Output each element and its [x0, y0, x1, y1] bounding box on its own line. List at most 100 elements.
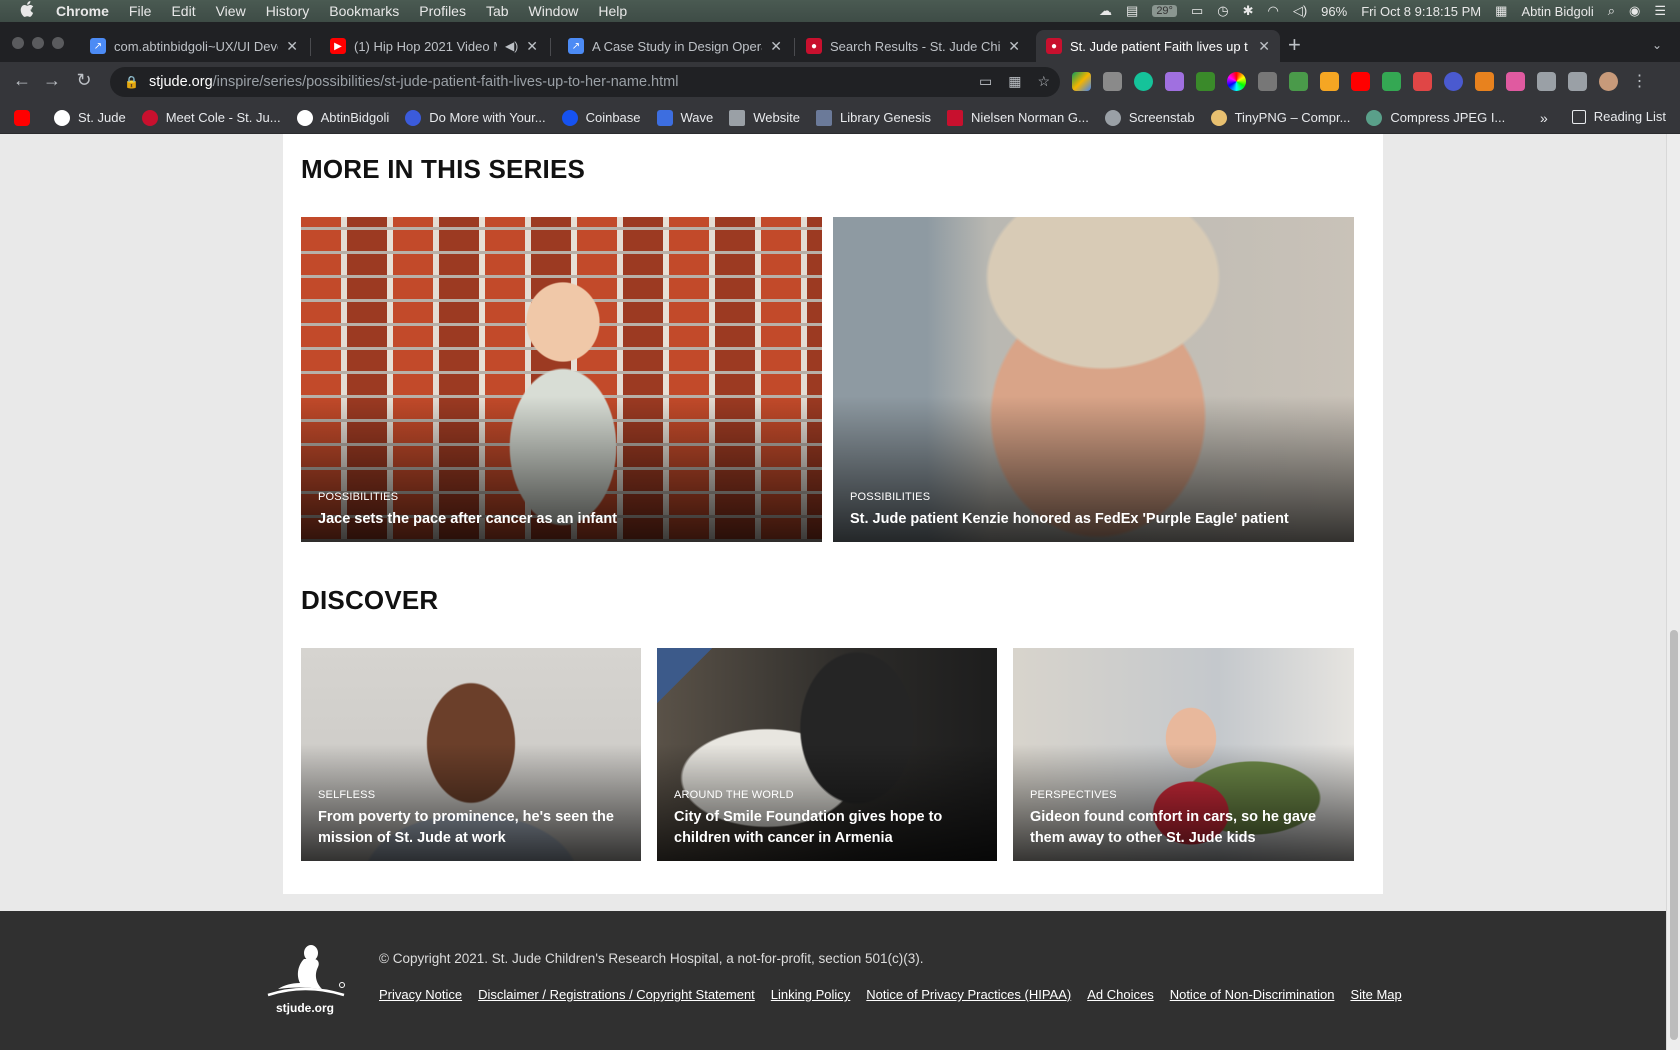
avatar[interactable]: [1599, 72, 1618, 91]
card-title[interactable]: Jace sets the pace after cancer as an in…: [318, 509, 805, 530]
card-title[interactable]: St. Jude patient Kenzie honored as FedEx…: [850, 509, 1337, 530]
extension-icon[interactable]: [1258, 72, 1277, 91]
bookmark-library-genesis[interactable]: Library Genesis: [816, 109, 931, 126]
bookmark-st-jude[interactable]: St. Jude: [54, 109, 126, 126]
apple-menu-icon[interactable]: [20, 1, 38, 21]
flag-icon[interactable]: ▦: [1495, 3, 1507, 19]
bookmark-youtube[interactable]: [14, 109, 38, 126]
tab-3[interactable]: ● Search Results - St. Jude Chil ✕: [796, 30, 1030, 62]
extension-icon[interactable]: [1444, 72, 1463, 91]
menu-edit[interactable]: Edit: [171, 3, 195, 19]
st-jude-logo[interactable]: stjude.org: [260, 943, 350, 1015]
menu-window[interactable]: Window: [529, 3, 579, 19]
bookmark-wave[interactable]: Wave: [656, 109, 713, 126]
extension-icon[interactable]: [1196, 72, 1215, 91]
youtube-ext-icon[interactable]: [1351, 72, 1370, 91]
audio-playing-icon[interactable]: ◀): [505, 39, 518, 53]
new-tab-button[interactable]: +: [1288, 34, 1301, 56]
metamask-icon[interactable]: [1475, 72, 1494, 91]
minimize-window-button[interactable]: [32, 37, 44, 49]
weather-badge[interactable]: 29°: [1152, 5, 1177, 17]
tab-4-active[interactable]: ● St. Jude patient Faith lives up t ✕: [1036, 30, 1280, 62]
menu-chrome[interactable]: Chrome: [56, 3, 109, 19]
address-bar[interactable]: 🔒 stjude.org/inspire/series/possibilitie…: [110, 67, 1060, 97]
card-title[interactable]: Gideon found comfort in cars, so he gave…: [1030, 807, 1337, 849]
bookmark-star-icon[interactable]: ☆: [1037, 73, 1050, 90]
menu-help[interactable]: Help: [598, 3, 627, 19]
footer-link-hipaa[interactable]: Notice of Privacy Practices (HIPAA): [866, 987, 1071, 1002]
card-title[interactable]: From poverty to prominence, he's seen th…: [318, 807, 624, 849]
tab-0[interactable]: ↗ com.abtinbidgoli~UX/UI Devel ✕: [80, 30, 308, 62]
bookmark-screenstab[interactable]: Screenstab: [1104, 109, 1195, 126]
discover-card-gideon[interactable]: PERSPECTIVES Gideon found comfort in car…: [1013, 648, 1354, 861]
tab-2[interactable]: ↗ A Case Study in Design Operat ✕: [558, 30, 792, 62]
reload-icon[interactable]: ↻: [72, 70, 96, 91]
scrollbar-thumb[interactable]: [1670, 630, 1678, 1040]
footer-link-linking-policy[interactable]: Linking Policy: [771, 987, 851, 1002]
extension-icon[interactable]: [1413, 72, 1432, 91]
color-picker-icon[interactable]: [1227, 72, 1246, 91]
puzzle-piece-icon[interactable]: [1537, 72, 1556, 91]
reading-list-button[interactable]: Reading List: [1571, 109, 1666, 124]
bookmark-tinypng[interactable]: TinyPNG – Compr...: [1210, 109, 1350, 126]
cloud-icon[interactable]: ☁: [1099, 3, 1112, 19]
user-name[interactable]: Abtin Bidgoli: [1521, 4, 1593, 19]
back-arrow-icon[interactable]: ←: [10, 70, 34, 91]
maximize-window-button[interactable]: [52, 37, 64, 49]
close-tab-icon[interactable]: ✕: [286, 38, 298, 55]
footer-link-ad-choices[interactable]: Ad Choices: [1087, 987, 1153, 1002]
menu-view[interactable]: View: [216, 3, 246, 19]
bluetooth-icon[interactable]: ✱: [1243, 3, 1254, 19]
google-drive-icon[interactable]: [1072, 72, 1091, 91]
more-bookmarks-chevron-icon[interactable]: »: [1540, 110, 1548, 126]
storage-icon[interactable]: ▤: [1126, 3, 1138, 19]
bookmark-coinbase[interactable]: Coinbase: [561, 109, 641, 126]
footer-link-privacy-notice[interactable]: Privacy Notice: [379, 987, 462, 1002]
bookmark-compress-jpeg[interactable]: Compress JPEG I...: [1366, 109, 1505, 126]
tab-1[interactable]: ▶ (1) Hip Hop 2021 Video Mi ◀) ✕: [320, 30, 548, 62]
extension-icon[interactable]: [1165, 72, 1184, 91]
bookmark-meet-cole[interactable]: Meet Cole - St. Ju...: [141, 109, 281, 126]
menu-tab[interactable]: Tab: [486, 3, 509, 19]
bookmark-abtinbidgoli[interactable]: AbtinBidgoli: [296, 109, 389, 126]
extension-new-icon[interactable]: [1289, 72, 1308, 91]
vertical-scrollbar[interactable]: [1666, 134, 1680, 1050]
close-tab-icon[interactable]: ✕: [526, 38, 538, 55]
close-window-button[interactable]: [12, 37, 24, 49]
discover-card-armenia[interactable]: AROUND THE WORLD City of Smile Foundatio…: [657, 648, 997, 861]
time-machine-icon[interactable]: ◷: [1217, 3, 1228, 19]
clock[interactable]: Fri Oct 8 9:18:15 PM: [1361, 4, 1481, 19]
close-tab-icon[interactable]: ✕: [770, 38, 782, 55]
siri-icon[interactable]: ◉: [1629, 3, 1640, 19]
close-tab-icon[interactable]: ✕: [1008, 38, 1020, 55]
bookmark-do-more[interactable]: Do More with Your...: [405, 109, 546, 126]
control-center-icon[interactable]: ☰: [1654, 3, 1666, 19]
discover-card-selfless[interactable]: SELFLESS From poverty to prominence, he'…: [301, 648, 641, 861]
footer-link-disclaimer[interactable]: Disclaimer / Registrations / Copyright S…: [478, 987, 755, 1002]
close-tab-icon[interactable]: ✕: [1258, 38, 1270, 55]
grammarly-icon[interactable]: [1134, 72, 1153, 91]
volume-icon[interactable]: ◁): [1293, 3, 1307, 19]
extension-icon[interactable]: [1320, 72, 1339, 91]
extension-icon[interactable]: [1103, 72, 1122, 91]
cast-icon[interactable]: ▭: [979, 73, 992, 90]
bookmark-nielsen-norman[interactable]: Nielsen Norman G...: [947, 109, 1089, 126]
spotlight-icon[interactable]: ⌕: [1608, 3, 1615, 19]
menu-history[interactable]: History: [266, 3, 310, 19]
footer-link-non-discrimination[interactable]: Notice of Non-Discrimination: [1170, 987, 1335, 1002]
card-title[interactable]: City of Smile Foundation gives hope to c…: [674, 807, 980, 849]
airplay-icon[interactable]: ▭: [1191, 3, 1203, 19]
lock-icon[interactable]: 🔒: [124, 75, 139, 89]
menu-bookmarks[interactable]: Bookmarks: [329, 3, 399, 19]
menu-file[interactable]: File: [129, 3, 152, 19]
url-text[interactable]: stjude.org/inspire/series/possibilities/…: [149, 74, 678, 90]
media-control-icon[interactable]: [1568, 72, 1587, 91]
extension-icon[interactable]: [1506, 72, 1525, 91]
battery-percent[interactable]: 96%: [1321, 4, 1347, 19]
tab-search-icon[interactable]: ⌄: [1652, 38, 1662, 52]
menu-profiles[interactable]: Profiles: [419, 3, 466, 19]
more-menu-icon[interactable]: ⋮: [1630, 72, 1649, 91]
series-card-jace[interactable]: POSSIBILITIES Jace sets the pace after c…: [301, 217, 822, 542]
series-card-kenzie[interactable]: POSSIBILITIES St. Jude patient Kenzie ho…: [833, 217, 1354, 542]
qr-code-icon[interactable]: ▦: [1008, 73, 1021, 90]
